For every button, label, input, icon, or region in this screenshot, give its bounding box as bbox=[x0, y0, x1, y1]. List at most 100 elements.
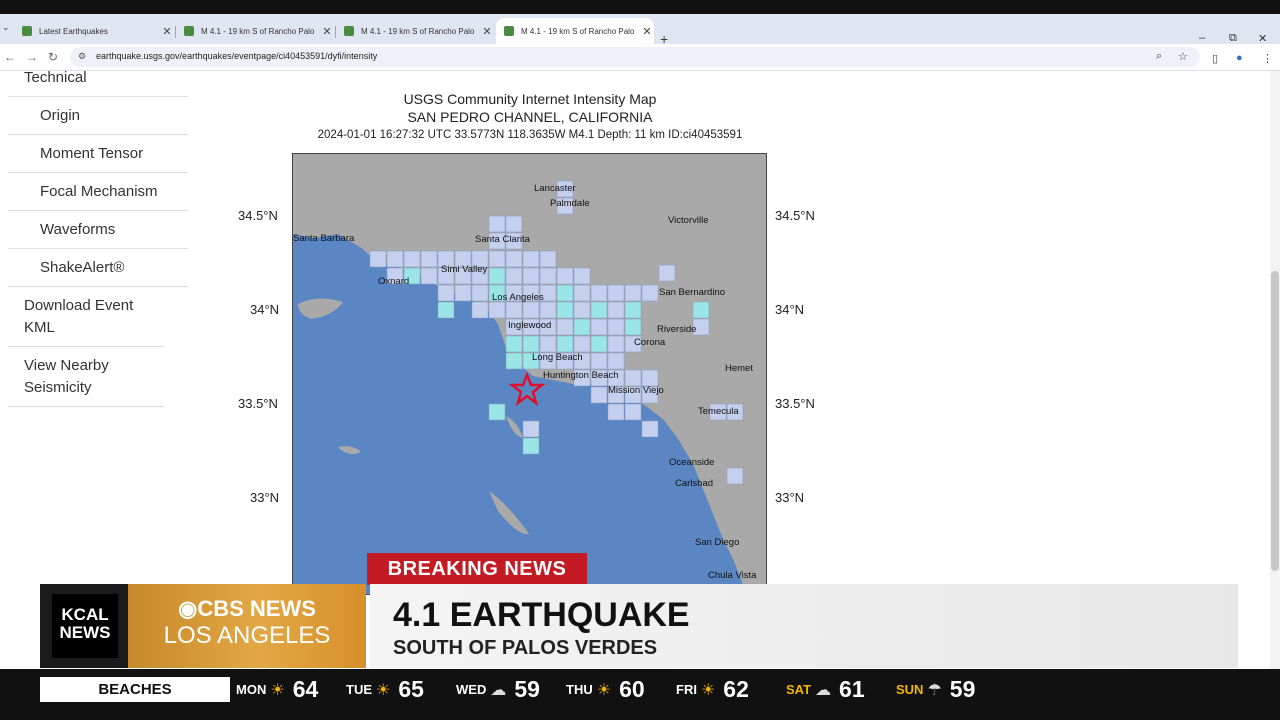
tab-search-icon[interactable]: ⌄ bbox=[2, 22, 10, 33]
intensity-cell bbox=[556, 301, 574, 319]
tab-event-page-active[interactable]: M 4.1 - 19 km S of Rancho Palo ✕ bbox=[496, 18, 654, 44]
place-label: Santa Clarita bbox=[475, 234, 531, 245]
intensity-cell bbox=[539, 250, 557, 268]
subheadline-text: SOUTH OF PALOS VERDES bbox=[393, 637, 658, 659]
intensity-cell bbox=[607, 301, 625, 319]
sidebar-item-waveforms[interactable]: Waveforms bbox=[8, 211, 188, 249]
intensity-cell bbox=[641, 420, 659, 438]
place-label: Riverside bbox=[657, 324, 697, 335]
tab-close-icon[interactable]: ✕ bbox=[320, 25, 334, 38]
ticker-label: BEACHES bbox=[40, 677, 230, 702]
intensity-cell bbox=[556, 284, 574, 302]
intensity-cell bbox=[522, 250, 540, 268]
tab-close-icon[interactable]: ✕ bbox=[480, 25, 494, 38]
place-label: Oxnard bbox=[378, 276, 409, 287]
sun-icon: ☀ bbox=[376, 681, 391, 699]
tab-close-icon[interactable]: ✕ bbox=[640, 25, 654, 38]
tab-event-page-1[interactable]: M 4.1 - 19 km S of Rancho Palo ✕ bbox=[176, 18, 334, 44]
intensity-cell bbox=[590, 386, 608, 404]
intensity-cell bbox=[573, 267, 591, 285]
intensity-cell bbox=[590, 335, 608, 353]
menu-kebab-icon[interactable]: ⋮ bbox=[1262, 52, 1273, 65]
bookmark-star-icon[interactable]: ☆ bbox=[1178, 50, 1188, 63]
headline-text: 4.1 EARTHQUAKE bbox=[393, 596, 690, 634]
intensity-cell bbox=[522, 420, 540, 438]
intensity-cell bbox=[641, 369, 659, 387]
top-black-bar bbox=[0, 0, 1280, 14]
place-label: Inglewood bbox=[508, 320, 551, 331]
tab-close-icon[interactable]: ✕ bbox=[160, 25, 174, 38]
browser-toolbar: ← → ↻ ⚙ earthquake.usgs.gov/earthquakes/… bbox=[0, 44, 1280, 71]
intensity-cell bbox=[590, 352, 608, 370]
intensity-cell bbox=[590, 301, 608, 319]
sidebar-item-focal-mechanism[interactable]: Focal Mechanism bbox=[8, 173, 188, 211]
reload-icon[interactable]: ↻ bbox=[48, 50, 58, 64]
intensity-cell bbox=[573, 301, 591, 319]
sidebar-item-moment-tensor[interactable]: Moment Tensor bbox=[8, 135, 188, 173]
intensity-cell bbox=[539, 301, 557, 319]
rain-icon: ☂ bbox=[927, 681, 942, 699]
place-label: Santa Barbara bbox=[293, 233, 355, 244]
sun-icon: ☀ bbox=[270, 681, 285, 699]
intensity-cell bbox=[590, 284, 608, 302]
cbs-news-logo-text: ◉CBS NEWS bbox=[178, 596, 316, 621]
intensity-cell bbox=[522, 437, 540, 455]
intensity-cell bbox=[386, 250, 404, 268]
place-label: Long Beach bbox=[532, 352, 583, 363]
breaking-news-banner: BREAKING NEWS bbox=[367, 553, 587, 585]
kcal-news-logo: KCAL NEWS bbox=[40, 584, 128, 668]
intensity-cell bbox=[658, 264, 676, 282]
intensity-cell bbox=[556, 267, 574, 285]
profile-avatar-icon[interactable]: ● bbox=[1236, 52, 1243, 64]
intensity-cell bbox=[692, 301, 710, 319]
intensity-cell bbox=[573, 335, 591, 353]
place-label: San Bernardino bbox=[659, 287, 725, 298]
intensity-cell bbox=[539, 267, 557, 285]
intensity-cell bbox=[726, 467, 744, 485]
intensity-cell bbox=[624, 284, 642, 302]
sidebar-item-nearby-seismicity[interactable]: View Nearby Seismicity bbox=[8, 347, 164, 407]
lat-label-right: 34°N bbox=[775, 302, 805, 317]
forecast-day: WED ☁ 59 bbox=[456, 676, 540, 702]
place-label: Huntington Beach bbox=[543, 370, 619, 381]
forecast-day: SUN ☂ 59 bbox=[896, 676, 976, 702]
scrollbar-thumb[interactable] bbox=[1271, 271, 1279, 571]
intensity-cell bbox=[607, 318, 625, 336]
sidebar-item-shakealert[interactable]: ShakeAlert® bbox=[8, 249, 188, 287]
lat-label-left: 34°N bbox=[250, 302, 280, 317]
lat-label-right: 33.5°N bbox=[775, 396, 815, 411]
minimize-icon[interactable]: – bbox=[1199, 32, 1205, 44]
tab-latest-earthquakes[interactable]: Latest Earthquakes ✕ bbox=[14, 18, 174, 44]
intensity-cell bbox=[437, 301, 455, 319]
back-arrow-icon[interactable]: ← bbox=[4, 50, 16, 64]
usgs-favicon-icon bbox=[22, 26, 32, 36]
map-title: USGS Community Internet Intensity Map bbox=[403, 91, 657, 107]
zoom-icon[interactable]: ⌕ bbox=[1156, 50, 1162, 63]
intensity-cell bbox=[420, 267, 438, 285]
tab-event-page-2[interactable]: M 4.1 - 19 km S of Rancho Palo ✕ bbox=[336, 18, 494, 44]
address-bar[interactable]: ⚙ earthquake.usgs.gov/earthquakes/eventp… bbox=[70, 47, 1200, 67]
place-label: Temecula bbox=[698, 406, 739, 417]
sidebar-item-technical[interactable]: Technical bbox=[8, 71, 188, 97]
sidebar-item-download-kml[interactable]: Download Event KML bbox=[8, 287, 164, 347]
side-panel-icon[interactable]: ▯ bbox=[1212, 52, 1218, 65]
tab-title: Latest Earthquakes bbox=[39, 26, 108, 36]
sun-icon: ☀ bbox=[700, 681, 716, 699]
lat-label-left: 34.5°N bbox=[238, 208, 278, 223]
intensity-cell bbox=[488, 267, 506, 285]
place-label: Hemet bbox=[725, 363, 753, 374]
url-text[interactable]: earthquake.usgs.gov/earthquakes/eventpag… bbox=[96, 51, 377, 61]
lat-label-left: 33.5°N bbox=[238, 396, 278, 411]
intensity-cell bbox=[573, 318, 591, 336]
place-label: Lancaster bbox=[534, 183, 576, 194]
intensity-map[interactable]: Lancaster Palmdale Victorville Santa Barbar… bbox=[292, 153, 767, 595]
intensity-cell bbox=[556, 335, 574, 353]
sidebar-item-origin[interactable]: Origin bbox=[8, 97, 188, 135]
intensity-cell bbox=[641, 284, 659, 302]
page-scrollbar[interactable] bbox=[1270, 71, 1280, 669]
forward-arrow-icon[interactable]: → bbox=[26, 50, 38, 64]
site-settings-icon[interactable]: ⚙ bbox=[78, 51, 86, 62]
intensity-cell bbox=[488, 250, 506, 268]
place-label: Simi Valley bbox=[441, 264, 488, 275]
place-label: Victorville bbox=[668, 215, 708, 226]
